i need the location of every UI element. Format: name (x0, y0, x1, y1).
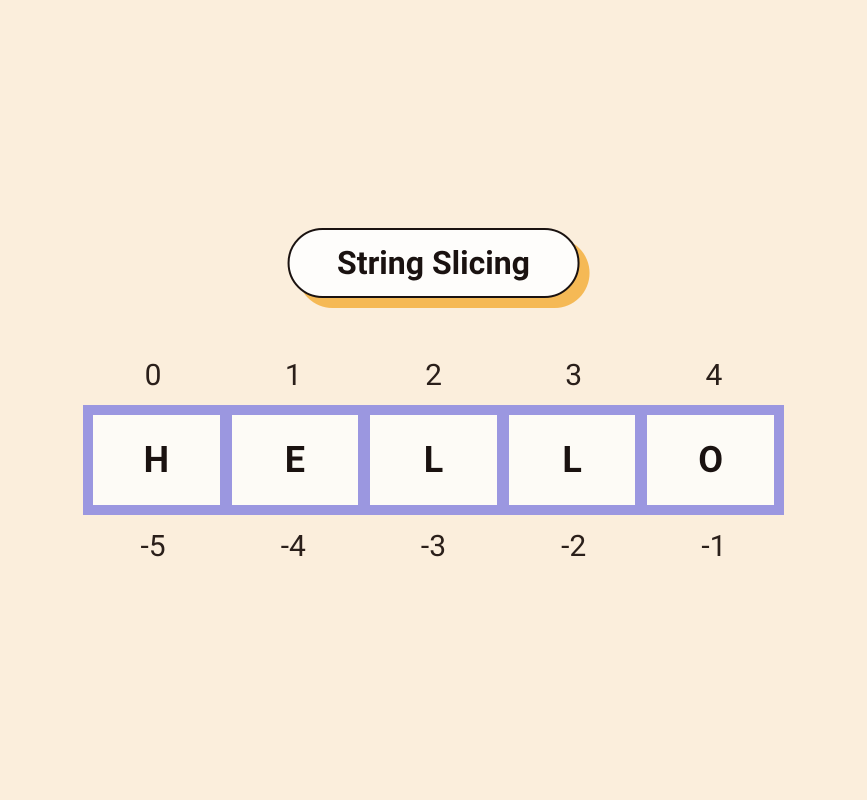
char-cell: E (229, 412, 362, 508)
index-negative: -1 (644, 529, 784, 564)
char-cell: L (506, 412, 639, 508)
index-negative: -5 (83, 529, 223, 564)
char-cell: L (367, 412, 500, 508)
index-negative: -3 (363, 529, 503, 564)
char-boxes-container: H E L L O (83, 405, 784, 515)
positive-index-row: 0 1 2 3 4 (83, 358, 784, 393)
diagram-title: String Slicing (287, 228, 580, 298)
index-positive: 1 (223, 358, 363, 393)
index-positive: 0 (83, 358, 223, 393)
string-slicing-diagram: 0 1 2 3 4 H E L L O -5 -4 -3 -2 -1 (83, 358, 784, 564)
index-negative: -2 (504, 529, 644, 564)
index-positive: 2 (363, 358, 503, 393)
index-negative: -4 (223, 529, 363, 564)
index-positive: 4 (644, 358, 784, 393)
index-positive: 3 (504, 358, 644, 393)
title-pill: String Slicing (287, 228, 580, 298)
char-cell: O (644, 412, 777, 508)
negative-index-row: -5 -4 -3 -2 -1 (83, 529, 784, 564)
char-cell: H (90, 412, 223, 508)
